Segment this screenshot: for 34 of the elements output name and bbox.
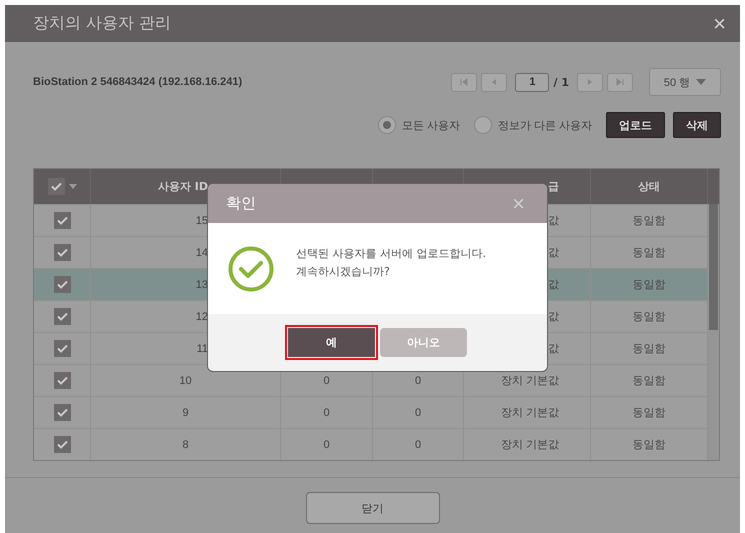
table-cell-text: 장치 기본값 bbox=[500, 374, 559, 388]
table-cell-text: 장치 기본값 bbox=[500, 406, 559, 420]
table-cell: 11 bbox=[196, 342, 208, 354]
table-cell: 0 bbox=[323, 438, 330, 450]
table-cell: 12 bbox=[196, 310, 208, 322]
table-cell: 0 bbox=[414, 406, 422, 418]
table-cell: 0 bbox=[414, 438, 422, 450]
table-cell-text: 동일함 bbox=[632, 214, 666, 228]
table-cell-text: 장치 기본값 bbox=[500, 438, 559, 452]
table-cell-text: 동일함 bbox=[632, 406, 666, 420]
table-cell: 15 bbox=[196, 214, 208, 226]
table-cell: 0 bbox=[414, 374, 422, 386]
table-cell: 0 bbox=[323, 374, 330, 386]
table-cell: 9 bbox=[182, 406, 189, 418]
device-name: BioStation 2 546843424 (192.168.16.241) bbox=[33, 76, 242, 88]
table-cell-text: 동일함 bbox=[632, 246, 666, 260]
table-cell-text: 동일함 bbox=[632, 310, 666, 324]
table-cell: 8 bbox=[182, 438, 189, 450]
table-cell-text: 값 bbox=[548, 342, 559, 356]
table-cell: 0 bbox=[323, 406, 330, 418]
table-cell-text: 동일함 bbox=[632, 374, 666, 388]
table-cell-text: 값 bbox=[548, 278, 559, 292]
window-title: 장치의 사용자 관리 bbox=[33, 13, 172, 34]
table-cell-text: 값 bbox=[548, 214, 559, 228]
dialog-title: 확인 bbox=[226, 194, 256, 213]
table-cell-text: 값 bbox=[548, 310, 559, 324]
page-total: / 1 bbox=[553, 76, 569, 88]
table-cell-text: 동일함 bbox=[632, 278, 666, 292]
table-cell-text: 동일함 bbox=[632, 438, 666, 452]
table-cell-text: 값 bbox=[548, 246, 559, 260]
table-cell: 10 bbox=[179, 374, 192, 386]
table-cell-text: 동일함 bbox=[632, 342, 666, 356]
table-cell: 14 bbox=[196, 246, 208, 258]
table-cell: 13 bbox=[196, 278, 208, 290]
